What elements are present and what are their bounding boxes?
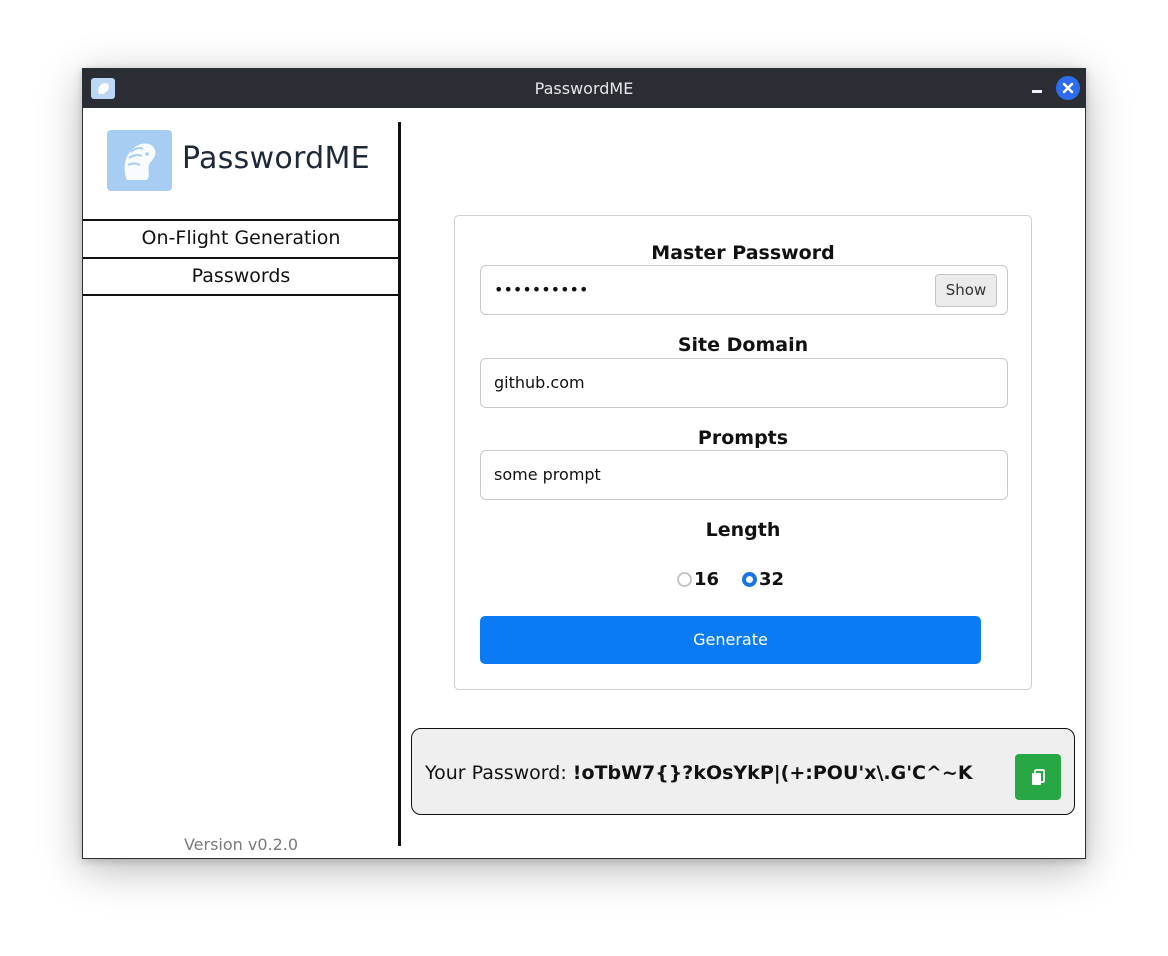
result-label: Your Password: [425, 762, 573, 784]
lion-logo-icon [107, 130, 172, 191]
copy-icon [1032, 769, 1045, 785]
version-label: Version v0.2.0 [183, 835, 299, 854]
result-text: Your Password: !oTbW7{}?kOsYkP|(+:POU'x\… [425, 762, 973, 784]
prompts-label: Prompts [697, 427, 789, 449]
length-label: Length [705, 519, 781, 541]
show-password-button[interactable]: Show [935, 274, 997, 307]
prompts-field[interactable]: some prompt [480, 450, 1008, 500]
minimize-icon[interactable] [1027, 78, 1047, 98]
title-bar: PasswordME [83, 69, 1085, 108]
master-password-label: Master Password [651, 242, 835, 264]
sidebar: PasswordME On-Flight Generation Password… [83, 108, 401, 858]
generate-button[interactable]: Generate [480, 616, 981, 664]
generated-password[interactable]: !oTbW7{}?kOsYkP|(+:POU'x\.G'C^~K [573, 762, 973, 784]
radio-32[interactable] [742, 572, 757, 587]
password-result: Your Password: !oTbW7{}?kOsYkP|(+:POU'x\… [411, 728, 1075, 815]
copy-button[interactable] [1015, 754, 1061, 800]
radio-16[interactable] [677, 572, 692, 587]
length-option-32-label: 32 [759, 569, 785, 590]
sidebar-divider [398, 122, 401, 846]
close-icon[interactable] [1056, 76, 1080, 100]
generation-form: Master Password •••••••••• Show Site Dom… [454, 215, 1032, 690]
sidebar-item-passwords[interactable]: Passwords [83, 257, 399, 296]
brand-name: PasswordME [182, 141, 370, 176]
site-domain-label: Site Domain [677, 334, 809, 356]
master-password-field[interactable]: •••••••••• Show [480, 265, 1008, 315]
length-option-16-label: 16 [694, 569, 720, 590]
sidebar-item-on-flight-generation[interactable]: On-Flight Generation [83, 219, 399, 258]
app-window: PasswordME PasswordME On-Flight Generati… [82, 68, 1086, 859]
site-domain-field[interactable]: github.com [480, 358, 1008, 408]
master-password-value: •••••••••• [494, 280, 589, 299]
window-title: PasswordME [534, 79, 634, 98]
